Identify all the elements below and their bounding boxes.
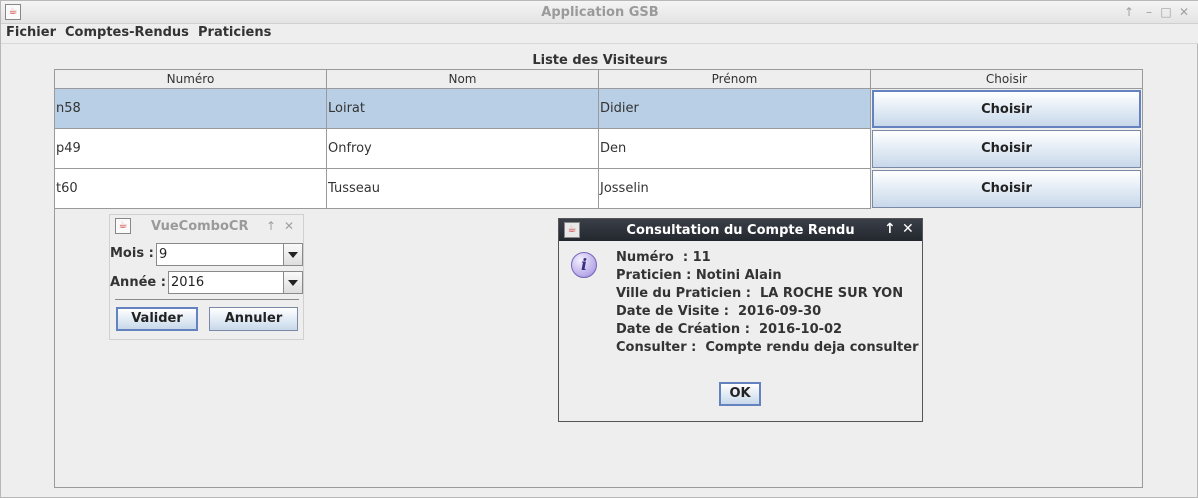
separator [115,299,299,300]
choisir-button[interactable]: Choisir [872,170,1141,208]
close-icon[interactable]: ✕ [282,219,296,233]
java-app-icon: ☕ [115,218,131,234]
cell-prenom[interactable]: Didier [599,89,871,129]
table-row[interactable]: t60 Tusseau Josselin Choisir [55,169,1142,209]
window-title: Application GSB [541,5,659,20]
dialog-title: Consultation du Compte Rendu [626,223,855,238]
cell-numero[interactable]: p49 [55,129,327,169]
menu-comptes-rendus[interactable]: Comptes-Rendus [65,25,189,40]
close-icon[interactable]: ✕ [902,221,914,237]
dialog-title-bar[interactable]: ☕ Consultation du Compte Rendu ↑ ✕ [559,219,922,241]
message-numero: Numéro : 11 [616,250,711,265]
message-ville: Ville du Praticien : LA ROCHE SUR YON [616,286,904,301]
column-header-prenom[interactable]: Prénom [599,70,871,89]
column-header-numero[interactable]: Numéro [55,70,327,89]
chevron-down-icon[interactable] [283,244,302,265]
keep-above-icon[interactable]: ↑ [884,221,896,237]
column-header-nom[interactable]: Nom [327,70,599,89]
cell-nom[interactable]: Tusseau [327,169,599,209]
message-consulter: Consulter : Compte rendu deja consulter [616,340,919,355]
annee-combo[interactable]: 2016 [168,271,303,294]
cell-prenom[interactable]: Den [599,129,871,169]
valider-button[interactable]: Valider [116,307,198,331]
maximize-icon[interactable]: □ [1159,5,1173,19]
menu-bar: Fichier Comptes-Rendus Praticiens [1,24,1198,44]
menu-fichier[interactable]: Fichier [6,25,56,40]
cell-prenom[interactable]: Josselin [599,169,871,209]
annee-label: Année : [110,275,166,290]
message-date-visite: Date de Visite : 2016-09-30 [616,304,822,319]
compte-rendu-dialog: ☕ Consultation du Compte Rendu ↑ ✕ i Num… [558,218,923,422]
cell-numero[interactable]: t60 [55,169,327,209]
choisir-button[interactable]: Choisir [872,90,1141,128]
mois-combo[interactable]: 9 [156,243,303,266]
chevron-down-icon[interactable] [283,272,302,293]
keep-above-icon[interactable]: ↑ [1122,5,1136,19]
mois-label: Mois : [110,246,154,261]
minimize-icon[interactable]: – [1142,5,1156,19]
table-row[interactable]: p49 Onfroy Den Choisir [55,129,1142,169]
keep-above-icon[interactable]: ↑ [264,219,278,233]
menu-praticiens[interactable]: Praticiens [198,25,271,40]
message-date-creation: Date de Création : 2016-10-02 [616,322,843,337]
cell-numero[interactable]: n58 [55,89,327,129]
info-icon: i [571,252,597,278]
cell-nom[interactable]: Onfroy [327,129,599,169]
message-praticien: Praticien : Notini Alain [616,268,782,283]
annee-value: 2016 [171,275,205,290]
table-row[interactable]: n58 Loirat Didier Choisir [55,89,1142,129]
vue-combo-cr-title-bar[interactable]: ☕ VueComboCR ↑ ✕ [110,215,303,237]
choisir-button[interactable]: Choisir [872,130,1141,168]
annuler-button[interactable]: Annuler [209,307,298,331]
main-window: ☕ Application GSB ↑ – □ ✕ Fichier Compte… [0,0,1198,498]
cell-nom[interactable]: Loirat [327,89,599,129]
column-header-choisir[interactable]: Choisir [871,70,1142,89]
vue-combo-cr-window: ☕ VueComboCR ↑ ✕ Mois : 9 Année : 2016 V… [109,214,304,340]
ok-button[interactable]: OK [719,382,761,406]
mois-value: 9 [159,247,168,262]
visitors-list-title: Liste des Visiteurs [532,53,668,68]
vue-combo-cr-title: VueComboCR [151,219,249,234]
close-icon[interactable]: ✕ [1177,5,1191,19]
title-bar[interactable]: ☕ Application GSB ↑ – □ ✕ [1,1,1198,24]
